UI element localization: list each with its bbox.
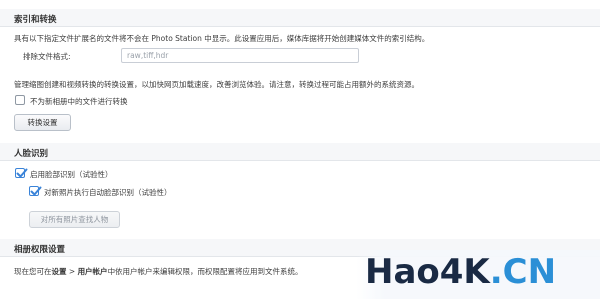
settings-link[interactable]: 设置 <box>52 267 67 276</box>
watermark-main-text: Hao4K <box>365 252 490 292</box>
watermark-logo: Hao4K.CN <box>365 252 556 292</box>
watermark-suffix-text: .CN <box>489 252 557 292</box>
find-people-button[interactable]: 对所有照片查找人物 <box>29 211 120 228</box>
exclude-formats-label: 排除文件格式: <box>23 52 71 61</box>
permissions-text-suffix: 中依用户帐户来编辑权限，而权限配置将应用到文件系统。 <box>107 267 303 276</box>
album-permissions-text: 现在您可在设置 > 用户帐户中依用户帐户来编辑权限，而权限配置将应用到文件系统。 <box>14 266 303 277</box>
section-header-face-recognition: 人脸识别 <box>0 143 600 161</box>
checkmark-icon <box>16 168 28 178</box>
exclude-formats-input[interactable] <box>121 48 359 63</box>
auto-face-recognition-checkbox[interactable] <box>29 186 42 196</box>
enable-face-recognition-checkbox[interactable] <box>15 168 28 178</box>
path-separator: > <box>66 267 78 276</box>
section-title-album-permissions: 相册权限设置 <box>14 245 66 255</box>
section-header-indexing: 索引和转换 <box>0 9 600 27</box>
auto-face-recognition-label: 对新照片执行自动脸部识别（试验性） <box>44 188 172 197</box>
checkmark-icon <box>30 186 42 196</box>
convert-settings-button[interactable]: 转换设置 <box>14 114 71 131</box>
skip-new-albums-label: 不为新相册中的文件进行转换 <box>30 97 128 106</box>
conversion-description: 管理缩图创建和视频转换的转换设置，以加快网页加载速度，改善浏览体验。请注意，转换… <box>14 80 419 89</box>
section-title-indexing: 索引和转换 <box>14 15 57 25</box>
indexing-description: 具有以下指定文件扩展名的文件将不会在 Photo Station 中显示。此设置… <box>14 34 430 43</box>
skip-new-albums-checkbox[interactable] <box>15 95 25 105</box>
section-title-face-recognition: 人脸识别 <box>14 149 49 159</box>
permissions-text-prefix: 现在您可在 <box>14 267 52 276</box>
user-accounts-link[interactable]: 用户帐户 <box>78 267 108 276</box>
enable-face-recognition-label: 启用脸部识别（试验性） <box>30 170 113 179</box>
